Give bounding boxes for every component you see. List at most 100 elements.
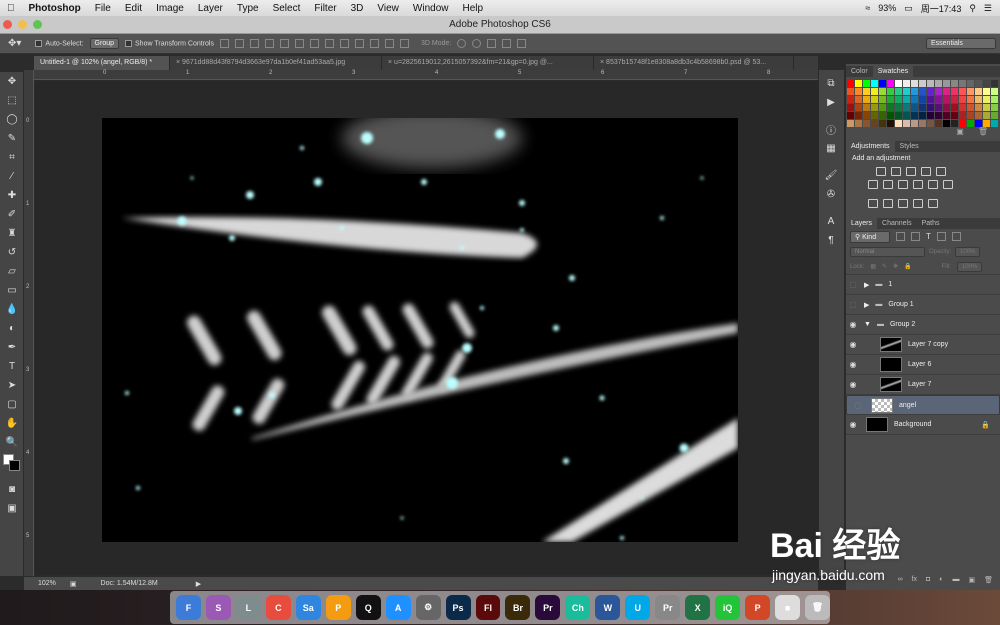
visibility-toggle[interactable]: ▢ <box>846 280 860 289</box>
swatch-cell[interactable] <box>879 80 886 87</box>
swatch-cell[interactable] <box>903 96 910 103</box>
auto-align-icon[interactable] <box>400 39 409 48</box>
quick-select-tool-icon[interactable]: ✎ <box>0 129 24 148</box>
swatch-cell[interactable] <box>935 104 942 111</box>
color-lookup-icon[interactable] <box>943 180 953 189</box>
hue-saturation-icon[interactable] <box>868 180 878 189</box>
menu-list-icon[interactable]: ☰ <box>984 3 992 14</box>
dock-app-icon[interactable]: Fl <box>475 595 501 620</box>
swatch-cell[interactable] <box>879 120 886 127</box>
swatch-cell[interactable] <box>919 120 926 127</box>
tab-swatches[interactable]: Swatches <box>872 66 914 77</box>
swatch-cell[interactable] <box>983 96 990 103</box>
dock-app-icon[interactable]: U <box>625 595 651 620</box>
lasso-tool-icon[interactable]: ◯ <box>0 110 24 129</box>
dock-app-icon[interactable]: S <box>205 595 231 620</box>
swatch-cell[interactable] <box>855 88 862 95</box>
menu-filter[interactable]: Filter <box>307 3 343 14</box>
swatch-cell[interactable] <box>975 120 982 127</box>
gradient-tool-icon[interactable]: ▭ <box>0 281 24 300</box>
close-window-button[interactable] <box>3 20 12 29</box>
swatch-cell[interactable] <box>975 80 982 87</box>
menu-edit[interactable]: Edit <box>118 3 149 14</box>
swatch-cell[interactable] <box>991 80 998 87</box>
swatch-cell[interactable] <box>927 120 934 127</box>
swatch-cell[interactable] <box>951 80 958 87</box>
swatch-cell[interactable] <box>855 104 862 111</box>
swatch-cell[interactable] <box>991 120 998 127</box>
swatch-cell[interactable] <box>983 120 990 127</box>
swatch-cell[interactable] <box>903 88 910 95</box>
zoom-level[interactable]: 102% <box>38 580 56 587</box>
distribute-left-icon[interactable] <box>355 39 364 48</box>
lock-pixels-icon[interactable]: ✎ <box>882 263 887 270</box>
eye-icon[interactable]: ◉ <box>846 340 860 349</box>
swatch-cell[interactable] <box>871 96 878 103</box>
swatch-cell[interactable] <box>935 120 942 127</box>
apple-icon[interactable]:  <box>0 3 22 14</box>
swatch-cell[interactable] <box>935 96 942 103</box>
swatch-cell[interactable] <box>967 104 974 111</box>
wifi-icon[interactable]: ≈ <box>865 3 870 13</box>
layer-row[interactable]: ▢ ▶ ▬ 1 <box>846 275 1000 295</box>
expand-arrow-icon[interactable]: ▶ <box>864 281 869 289</box>
minimize-window-button[interactable] <box>18 20 27 29</box>
vibrance-icon[interactable] <box>936 167 946 176</box>
posterize-icon[interactable] <box>883 199 893 208</box>
swatch-cell[interactable] <box>927 104 934 111</box>
swatch-cell[interactable] <box>863 120 870 127</box>
swatch-cell[interactable] <box>959 96 966 103</box>
type-tool-icon[interactable]: T <box>0 357 24 376</box>
swatch-cell[interactable] <box>935 112 942 119</box>
swatch-cell[interactable] <box>919 104 926 111</box>
swatch-cell[interactable] <box>943 120 950 127</box>
swatch-cell[interactable] <box>887 80 894 87</box>
selective-color-icon[interactable] <box>928 199 938 208</box>
workspace-dropdown[interactable]: Essentials <box>926 38 996 49</box>
search-icon[interactable]: ⚲ <box>969 3 976 14</box>
tab-adjustments[interactable]: Adjustments <box>846 141 895 152</box>
swatch-cell[interactable] <box>943 104 950 111</box>
dock-app-icon[interactable]: iQ <box>715 595 741 620</box>
swatch-cell[interactable] <box>927 112 934 119</box>
swatch-cell[interactable] <box>935 80 942 87</box>
menu-select[interactable]: Select <box>266 3 308 14</box>
tab-styles[interactable]: Styles <box>895 141 924 152</box>
swatch-cell[interactable] <box>887 112 894 119</box>
screen-mode-icon[interactable]: ▣ <box>0 499 24 518</box>
dock-app-icon[interactable]: W <box>595 595 621 620</box>
distribute-hcenter-icon[interactable] <box>370 39 379 48</box>
align-left-icon[interactable] <box>265 39 274 48</box>
swatch-cell[interactable] <box>911 80 918 87</box>
swatch-cell[interactable] <box>879 104 886 111</box>
clock[interactable]: 周一17:43 <box>921 2 962 15</box>
opacity-field[interactable]: 100% <box>955 246 981 257</box>
3d-rotate-icon[interactable] <box>457 39 467 48</box>
swatch-cell[interactable] <box>847 112 854 119</box>
eye-icon[interactable]: ◉ <box>846 360 860 369</box>
info-panel-icon[interactable]: ⓘ <box>819 120 843 139</box>
filter-type-icon[interactable]: T <box>926 232 931 241</box>
swatch-cell[interactable] <box>959 88 966 95</box>
swatch-cell[interactable] <box>983 88 990 95</box>
dock-app-icon[interactable]: C <box>265 595 291 620</box>
pen-tool-icon[interactable]: ✒ <box>0 338 24 357</box>
dock-app-icon[interactable]: ⚙ <box>415 595 441 620</box>
swatch-cell[interactable] <box>847 88 854 95</box>
swatch-cell[interactable] <box>887 88 894 95</box>
align-hcenter-icon[interactable] <box>280 39 289 48</box>
tab-psd[interactable]: × 8537b15748f1e8308a8db3c4b58698b0.psd @… <box>594 56 794 70</box>
swatch-cell[interactable] <box>951 96 958 103</box>
tab-color[interactable]: Color <box>846 66 873 77</box>
swatch-cell[interactable] <box>903 80 910 87</box>
expand-arrow-icon[interactable]: ▶ <box>864 301 869 309</box>
swatch-cell[interactable] <box>895 80 902 87</box>
swatch-cell[interactable] <box>887 120 894 127</box>
delete-swatch-icon[interactable]: 🗑 <box>978 127 988 141</box>
history-brush-tool-icon[interactable]: ↺ <box>0 243 24 262</box>
marquee-tool-icon[interactable]: ⬚ <box>0 91 24 110</box>
swatch-cell[interactable] <box>879 112 886 119</box>
brush-tool-icon[interactable]: ✐ <box>0 205 24 224</box>
menu-app-name[interactable]: Photoshop <box>22 3 88 14</box>
document-canvas[interactable] <box>102 118 738 542</box>
